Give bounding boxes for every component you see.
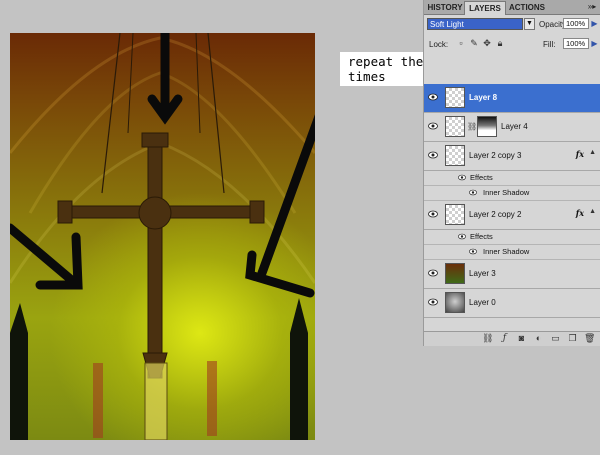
chevron-down-icon[interactable]: ▼ <box>524 18 535 30</box>
layer-thumbnail <box>445 116 465 137</box>
fill-slider-arrow-icon[interactable]: ▶ <box>590 38 599 49</box>
fx-badge[interactable]: fx <box>576 149 584 159</box>
layer-name: Layer 3 <box>469 269 496 278</box>
panel-footer: ⛓ ƒ ◙ ◐ ▭ ❐ 🗑︎ <box>424 331 600 346</box>
lock-move-icon[interactable]: ✥ <box>482 38 492 48</box>
effects-row[interactable]: Effects <box>424 230 600 245</box>
eye-icon[interactable] <box>428 93 438 101</box>
eye-icon[interactable] <box>469 189 477 196</box>
eye-icon[interactable] <box>428 210 438 218</box>
layer-thumbnail <box>445 145 465 166</box>
tab-layers[interactable]: LAYERS <box>464 1 506 15</box>
lock-transparency-icon[interactable]: ▫ <box>456 38 466 48</box>
effect-name: Inner Shadow <box>483 247 530 256</box>
new-layer-icon[interactable]: ❐ <box>567 333 578 344</box>
effect-name: Inner Shadow <box>483 188 530 197</box>
fill-field[interactable]: 100% <box>563 38 589 49</box>
fill-label: Fill: <box>543 40 556 49</box>
new-group-icon[interactable]: ▭ <box>550 333 561 344</box>
layer-name: Layer 0 <box>469 298 496 307</box>
layer-mask-thumbnail[interactable] <box>477 116 497 137</box>
layer-thumbnail <box>445 204 465 225</box>
eye-icon[interactable] <box>428 298 438 306</box>
layers-panel: HISTORY LAYERS ACTIONS »▸ Soft Light ▼ O… <box>423 0 600 346</box>
lock-label: Lock: <box>429 40 449 49</box>
fx-badge[interactable]: fx <box>576 208 584 218</box>
layer-thumbnail <box>445 292 465 313</box>
eye-icon[interactable] <box>428 122 438 130</box>
effects-label: Effects <box>470 232 493 241</box>
lock-options: ▫ ✎ ✥ 🔒︎ <box>456 38 505 50</box>
panel-tab-bar: HISTORY LAYERS ACTIONS »▸ <box>424 0 600 15</box>
layer-list: Layer 8 ⛓ Layer 4 Layer 2 copy 3 fx ▲ Ef… <box>424 84 600 318</box>
effect-row[interactable]: Inner Shadow <box>424 186 600 201</box>
tab-actions[interactable]: ACTIONS <box>506 1 548 14</box>
add-mask-icon[interactable]: ◙ <box>516 333 527 344</box>
effect-row[interactable]: Inner Shadow <box>424 245 600 260</box>
lock-all-icon[interactable]: 🔒︎ <box>495 38 505 48</box>
layer-row[interactable]: Layer 2 copy 2 fx ▲ <box>424 201 600 230</box>
layer-name: Layer 8 <box>469 93 498 102</box>
fx-icon[interactable]: ƒ <box>499 333 510 344</box>
layer-name: Layer 2 copy 2 <box>469 210 522 219</box>
church-cross-artwork <box>10 33 315 440</box>
eye-icon[interactable] <box>469 248 477 255</box>
trash-icon[interactable]: 🗑︎ <box>584 333 595 344</box>
link-layers-icon[interactable]: ⛓ <box>482 333 493 344</box>
opacity-field[interactable]: 100% <box>563 18 589 29</box>
layer-row[interactable]: ⛓ Layer 4 <box>424 113 600 142</box>
layer-row[interactable]: Layer 0 <box>424 289 600 318</box>
effects-row[interactable]: Effects <box>424 171 600 186</box>
tab-history[interactable]: HISTORY <box>426 1 464 14</box>
chain-link-icon[interactable]: ⛓ <box>467 122 477 131</box>
opacity-slider-arrow-icon[interactable]: ▶ <box>590 18 599 29</box>
panel-menu-button[interactable]: »▸ <box>586 2 598 12</box>
layer-row[interactable]: Layer 8 <box>424 84 600 113</box>
layer-row[interactable]: Layer 3 <box>424 260 600 289</box>
blend-mode-select[interactable]: Soft Light <box>427 18 523 30</box>
layer-thumbnail <box>445 87 465 108</box>
collapse-triangle-icon[interactable]: ▲ <box>589 149 596 156</box>
layer-name: Layer 2 copy 3 <box>469 151 522 160</box>
collapse-triangle-icon[interactable]: ▲ <box>589 208 596 215</box>
eye-icon[interactable] <box>428 151 438 159</box>
adjustment-layer-icon[interactable]: ◐ <box>533 333 544 344</box>
layer-name: Layer 4 <box>501 122 528 131</box>
layer-thumbnail <box>445 263 465 284</box>
eye-icon[interactable] <box>458 233 466 240</box>
lock-brush-icon[interactable]: ✎ <box>469 38 479 48</box>
canvas-image <box>10 33 315 440</box>
eye-icon[interactable] <box>428 269 438 277</box>
eye-icon[interactable] <box>458 174 466 181</box>
layer-row[interactable]: Layer 2 copy 3 fx ▲ <box>424 142 600 171</box>
effects-label: Effects <box>470 173 493 182</box>
